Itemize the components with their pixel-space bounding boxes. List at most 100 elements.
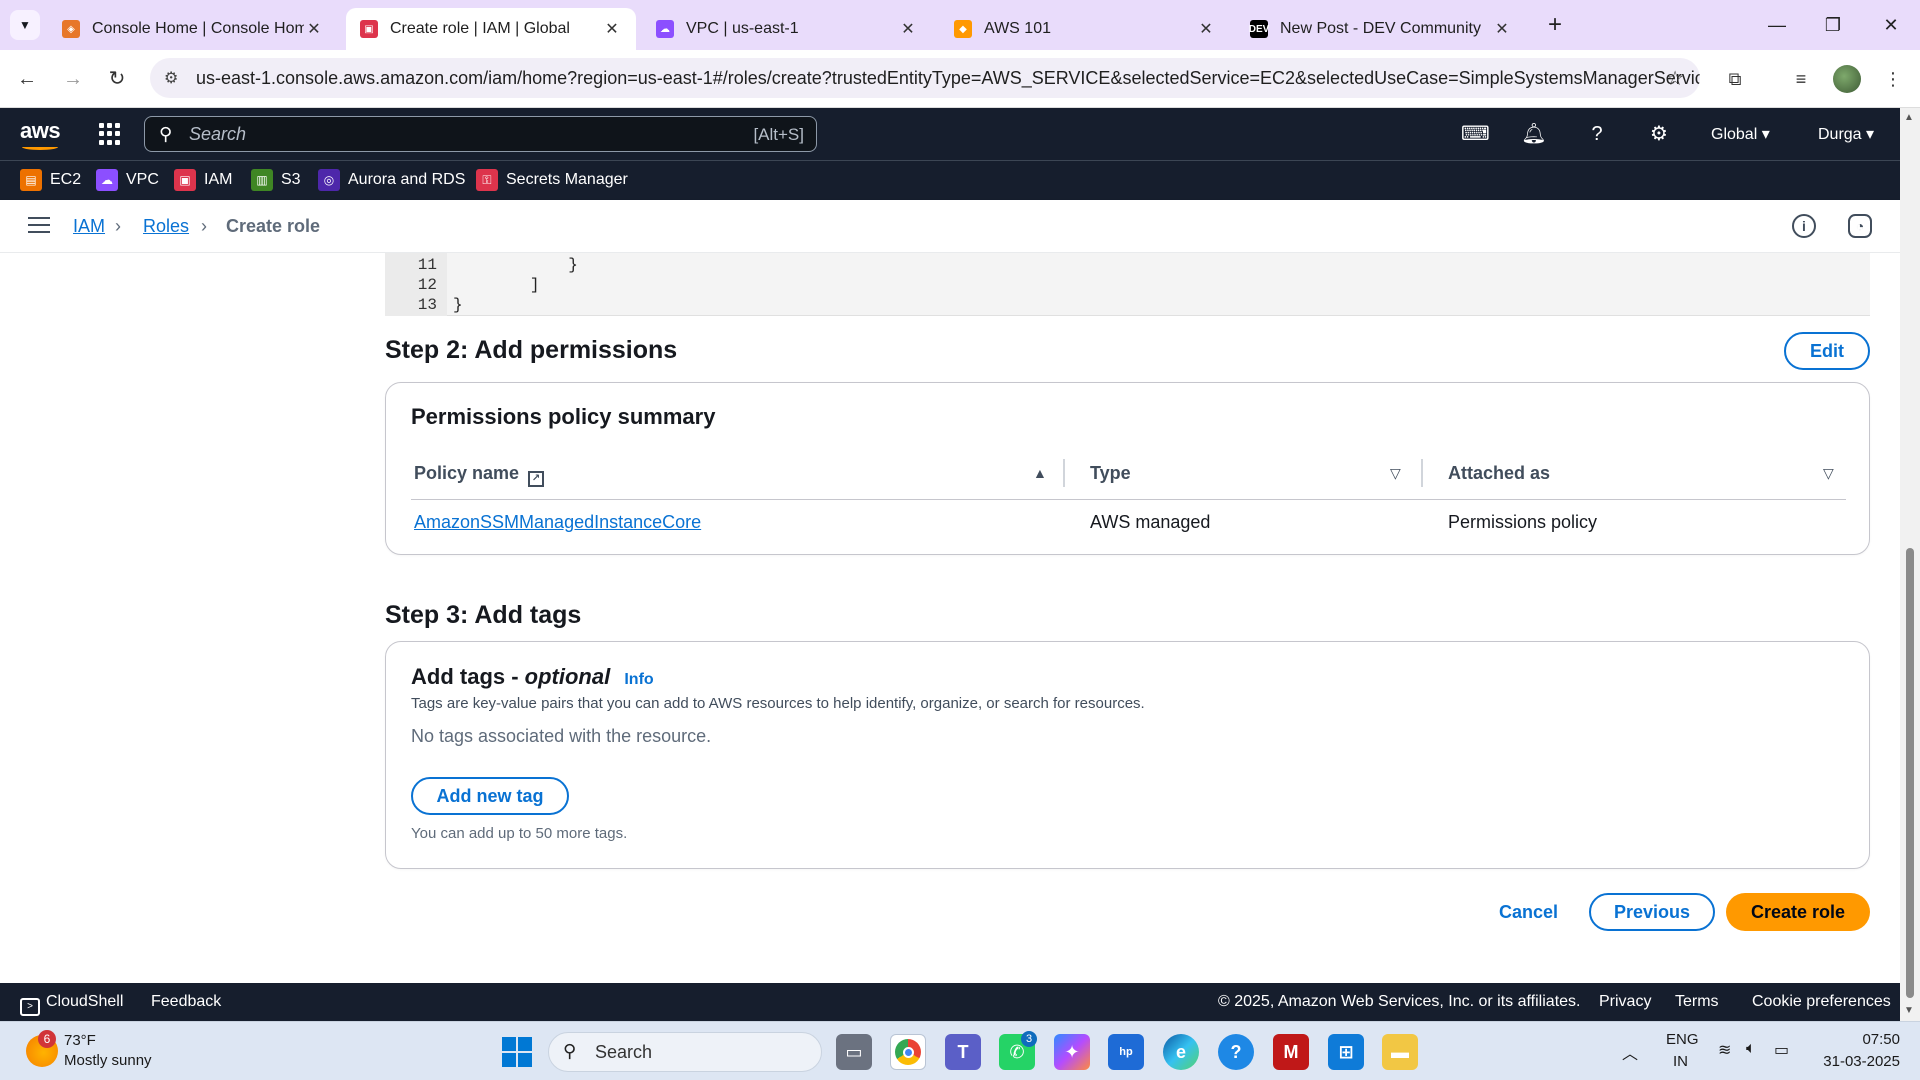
terms-link[interactable]: Terms: [1675, 993, 1719, 1011]
console-footer: > CloudShell Feedback © 2025, Amazon Web …: [0, 983, 1900, 1021]
side-nav-menu-icon[interactable]: [28, 217, 50, 235]
table-header-divider: [411, 499, 1846, 500]
forward-icon[interactable]: →: [58, 64, 88, 94]
volume-icon[interactable]: 🔈︎: [1746, 1040, 1756, 1058]
breadcrumb-iam[interactable]: IAM: [73, 216, 105, 237]
breadcrumb-roles[interactable]: Roles: [143, 216, 189, 237]
copyright-text: © 2025, Amazon Web Services, Inc. or its…: [1218, 993, 1581, 1010]
help-icon[interactable]: ?: [1584, 121, 1610, 147]
column-header-attached-as[interactable]: Attached as: [1448, 463, 1550, 484]
favorite-secrets-manager[interactable]: ⚿ Secrets Manager: [476, 169, 628, 191]
reload-icon[interactable]: ↻: [102, 64, 132, 94]
services-menu-icon[interactable]: [99, 123, 121, 145]
column-header-type[interactable]: Type: [1090, 463, 1131, 484]
favorite-ec2[interactable]: ▤ EC2: [20, 169, 81, 191]
copilot-icon[interactable]: ✦: [1054, 1034, 1090, 1070]
microsoft-store-icon[interactable]: ⊞: [1328, 1034, 1364, 1070]
profile-avatar[interactable]: [1833, 65, 1861, 93]
aws-cube-icon: ◆: [954, 20, 972, 38]
windows-start-icon[interactable]: [499, 1034, 535, 1070]
ec2-icon: ▤: [20, 169, 42, 191]
favorites-bar: ▤ EC2 ☁ VPC ▣ IAM ▥ S3 ◎ Aurora and RDS …: [0, 160, 1900, 200]
secrets-manager-icon: ⚿: [476, 169, 498, 191]
cloudshell-icon[interactable]: ⌨: [1461, 121, 1490, 147]
aws-console-icon: ◈: [62, 20, 80, 38]
tag-limit-text: You can add up to 50 more tags.: [411, 825, 628, 842]
file-explorer-icon[interactable]: ▬: [1382, 1034, 1418, 1070]
aws-logo-smile: [22, 144, 58, 150]
account-menu[interactable]: Durga ▾: [1818, 124, 1874, 144]
region-selector[interactable]: Global ▾: [1711, 124, 1770, 144]
get-help-icon[interactable]: ?: [1218, 1034, 1254, 1070]
tab-dev-community[interactable]: DEV New Post - DEV Community ✕: [1236, 8, 1526, 50]
window-close-icon[interactable]: ✕: [1876, 10, 1906, 40]
feedback-link[interactable]: Feedback: [151, 993, 221, 1011]
console-search-input[interactable]: ⚲ Search [Alt+S]: [144, 116, 817, 152]
scroll-down-arrow-icon[interactable]: ▼: [1904, 1005, 1914, 1016]
external-link-icon: ↗: [528, 471, 545, 487]
teams-icon[interactable]: T: [945, 1034, 981, 1070]
column-header-policy-name[interactable]: Policy name ↗: [414, 463, 545, 487]
tab-console-home[interactable]: ◈ Console Home | Console Home ✕: [48, 8, 338, 50]
myhp-icon[interactable]: hp: [1108, 1034, 1144, 1070]
create-role-button[interactable]: Create role: [1726, 893, 1870, 931]
cancel-button[interactable]: Cancel: [1499, 902, 1558, 923]
page-scrollbar[interactable]: ▲ ▼: [1900, 108, 1920, 1021]
language-indicator[interactable]: ENG: [1666, 1031, 1699, 1048]
close-icon[interactable]: ✕: [602, 19, 622, 39]
favorite-s3[interactable]: ▥ S3: [251, 169, 301, 191]
task-view-icon[interactable]: ▭: [836, 1034, 872, 1070]
info-link[interactable]: Info: [624, 671, 653, 688]
minimize-icon[interactable]: —: [1762, 10, 1792, 40]
permissions-summary-panel: Permissions policy summary Policy name ↗…: [385, 382, 1870, 555]
step3-title: Step 3: Add tags: [385, 601, 582, 629]
browser-menu-icon[interactable]: ⋮: [1878, 64, 1908, 94]
aws-logo[interactable]: aws: [20, 118, 61, 144]
add-new-tag-button[interactable]: Add new tag: [411, 777, 569, 815]
info-panel-icon[interactable]: i: [1792, 214, 1816, 238]
restore-icon[interactable]: ❐: [1818, 10, 1848, 40]
scrollbar-thumb[interactable]: [1906, 548, 1914, 998]
taskbar-search-box[interactable]: ⚲ Search: [548, 1032, 822, 1072]
favorite-aurora-rds[interactable]: ◎ Aurora and RDS: [318, 169, 465, 191]
new-tab-button[interactable]: +: [1540, 10, 1570, 40]
extensions-icon[interactable]: ⧉: [1720, 64, 1750, 94]
media-control-icon[interactable]: ≡: [1786, 64, 1816, 94]
mcafee-icon[interactable]: M: [1273, 1034, 1309, 1070]
close-icon[interactable]: ✕: [304, 19, 324, 39]
site-settings-icon[interactable]: ⚙: [164, 68, 184, 88]
cloudshell-footer-button[interactable]: > CloudShell: [20, 993, 123, 1016]
sort-icon[interactable]: ▽: [1823, 465, 1834, 482]
cookie-preferences-link[interactable]: Cookie preferences: [1752, 993, 1891, 1011]
policy-name-link[interactable]: AmazonSSMManagedInstanceCore: [414, 512, 701, 533]
privacy-link[interactable]: Privacy: [1599, 993, 1651, 1011]
notifications-bell-icon[interactable]: 🔔︎: [1521, 121, 1547, 147]
chrome-icon[interactable]: [890, 1034, 926, 1070]
wifi-icon[interactable]: ≋: [1718, 1040, 1731, 1060]
close-icon[interactable]: ✕: [898, 19, 918, 39]
sort-ascending-icon[interactable]: ▲: [1033, 465, 1047, 481]
bookmark-star-icon[interactable]: ☆: [1666, 66, 1684, 91]
battery-icon[interactable]: ▭: [1774, 1040, 1789, 1060]
close-icon[interactable]: ✕: [1492, 19, 1512, 39]
clock-time[interactable]: 07:50: [1840, 1031, 1900, 1048]
settings-gear-icon[interactable]: ⚙: [1646, 121, 1672, 147]
close-icon[interactable]: ✕: [1196, 19, 1216, 39]
tab-vpc[interactable]: ☁ VPC | us-east-1 ✕: [642, 8, 932, 50]
edit-step2-button[interactable]: Edit: [1784, 332, 1870, 370]
tab-aws-101[interactable]: ◆ AWS 101 ✕: [940, 8, 1230, 50]
address-bar[interactable]: ⚙ us-east-1.console.aws.amazon.com/iam/h…: [150, 58, 1700, 98]
tab-search-button[interactable]: ▼: [10, 10, 40, 40]
edge-icon[interactable]: e: [1163, 1034, 1199, 1070]
favorite-iam[interactable]: ▣ IAM: [174, 169, 232, 191]
scroll-up-arrow-icon[interactable]: ▲: [1904, 112, 1914, 123]
sort-icon[interactable]: ▽: [1390, 465, 1401, 482]
back-icon[interactable]: ←: [12, 64, 42, 94]
show-hidden-icons-chevron[interactable]: ︿: [1622, 1040, 1638, 1064]
favorite-vpc[interactable]: ☁ VPC: [96, 169, 159, 191]
trust-policy-code-block: 11 } 12 ] 13 }: [385, 253, 1870, 316]
notifications-panel-icon[interactable]: ◔: [1848, 214, 1872, 238]
previous-button[interactable]: Previous: [1589, 893, 1715, 931]
tab-create-role[interactable]: ▣ Create role | IAM | Global ✕: [346, 8, 636, 50]
clock-date[interactable]: 31-03-2025: [1818, 1053, 1900, 1070]
